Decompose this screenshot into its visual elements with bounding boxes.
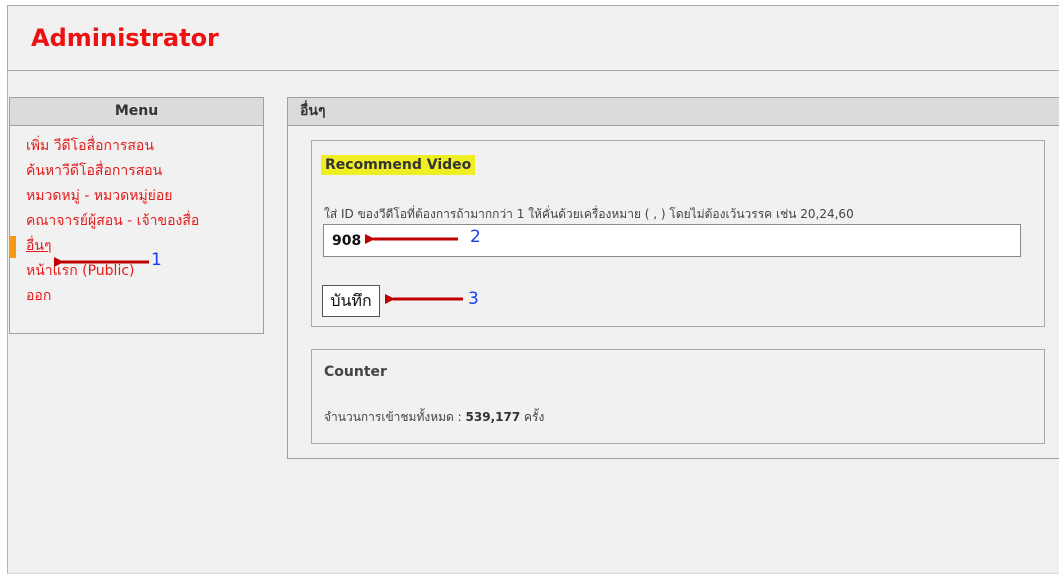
- sidebar-title: Menu: [10, 98, 263, 126]
- counter-title: Counter: [324, 364, 387, 380]
- save-button[interactable]: บันทึก: [322, 285, 380, 317]
- sidebar-menu: Menu เพิ่ม วีดีโอสื่อการสอน ค้นหาวีดีโอส…: [9, 97, 264, 334]
- counter-box: Counter จำนวนการเข้าชมทั้งหมด : 539,177 …: [311, 349, 1045, 444]
- menu-item-others-label[interactable]: อื่นๆ: [26, 238, 52, 254]
- menu-item-categories[interactable]: หมวดหมู่ - หมวดหมู่ย่อย: [10, 186, 263, 211]
- counter-label: จำนวนการเข้าชมทั้งหมด :: [324, 410, 462, 424]
- recommend-instruction: ใส่ ID ของวีดีโอที่ต้องการถ้ามากกว่า 1 ใ…: [324, 207, 854, 221]
- main-title: อื่นๆ: [288, 98, 1059, 126]
- video-id-input[interactable]: [323, 224, 1021, 257]
- recommend-video-title: Recommend Video: [321, 155, 476, 175]
- active-indicator: [9, 236, 16, 258]
- menu-item-instructors[interactable]: คณาจารย์ผู้สอน - เจ้าของสื่อ: [10, 211, 263, 236]
- menu-item-others[interactable]: อื่นๆ: [9, 236, 263, 261]
- counter-text: จำนวนการเข้าชมทั้งหมด : 539,177 ครั้ง: [324, 408, 544, 427]
- page-title: Administrator: [31, 24, 219, 52]
- recommend-video-box: Recommend Video ใส่ ID ของวีดีโอที่ต้องก…: [311, 140, 1045, 327]
- menu-item-public-home[interactable]: หน้าแรก (Public): [10, 261, 263, 286]
- menu-item-add-video[interactable]: เพิ่ม วีดีโอสื่อการสอน: [10, 136, 263, 161]
- main-panel: อื่นๆ Recommend Video ใส่ ID ของวีดีโอที…: [287, 97, 1059, 459]
- annotation-number-3: 3: [468, 289, 479, 309]
- counter-unit: ครั้ง: [524, 410, 545, 424]
- menu-list: เพิ่ม วีดีโอสื่อการสอน ค้นหาวีดีโอสื่อกา…: [9, 126, 263, 311]
- annotation-number-1: 1: [151, 250, 162, 270]
- menu-item-logout[interactable]: ออก: [10, 286, 263, 311]
- annotation-number-2: 2: [470, 227, 481, 247]
- menu-item-search-video[interactable]: ค้นหาวีดีโอสื่อการสอน: [10, 161, 263, 186]
- counter-value: 539,177: [465, 410, 521, 424]
- header: Administrator: [7, 5, 1059, 71]
